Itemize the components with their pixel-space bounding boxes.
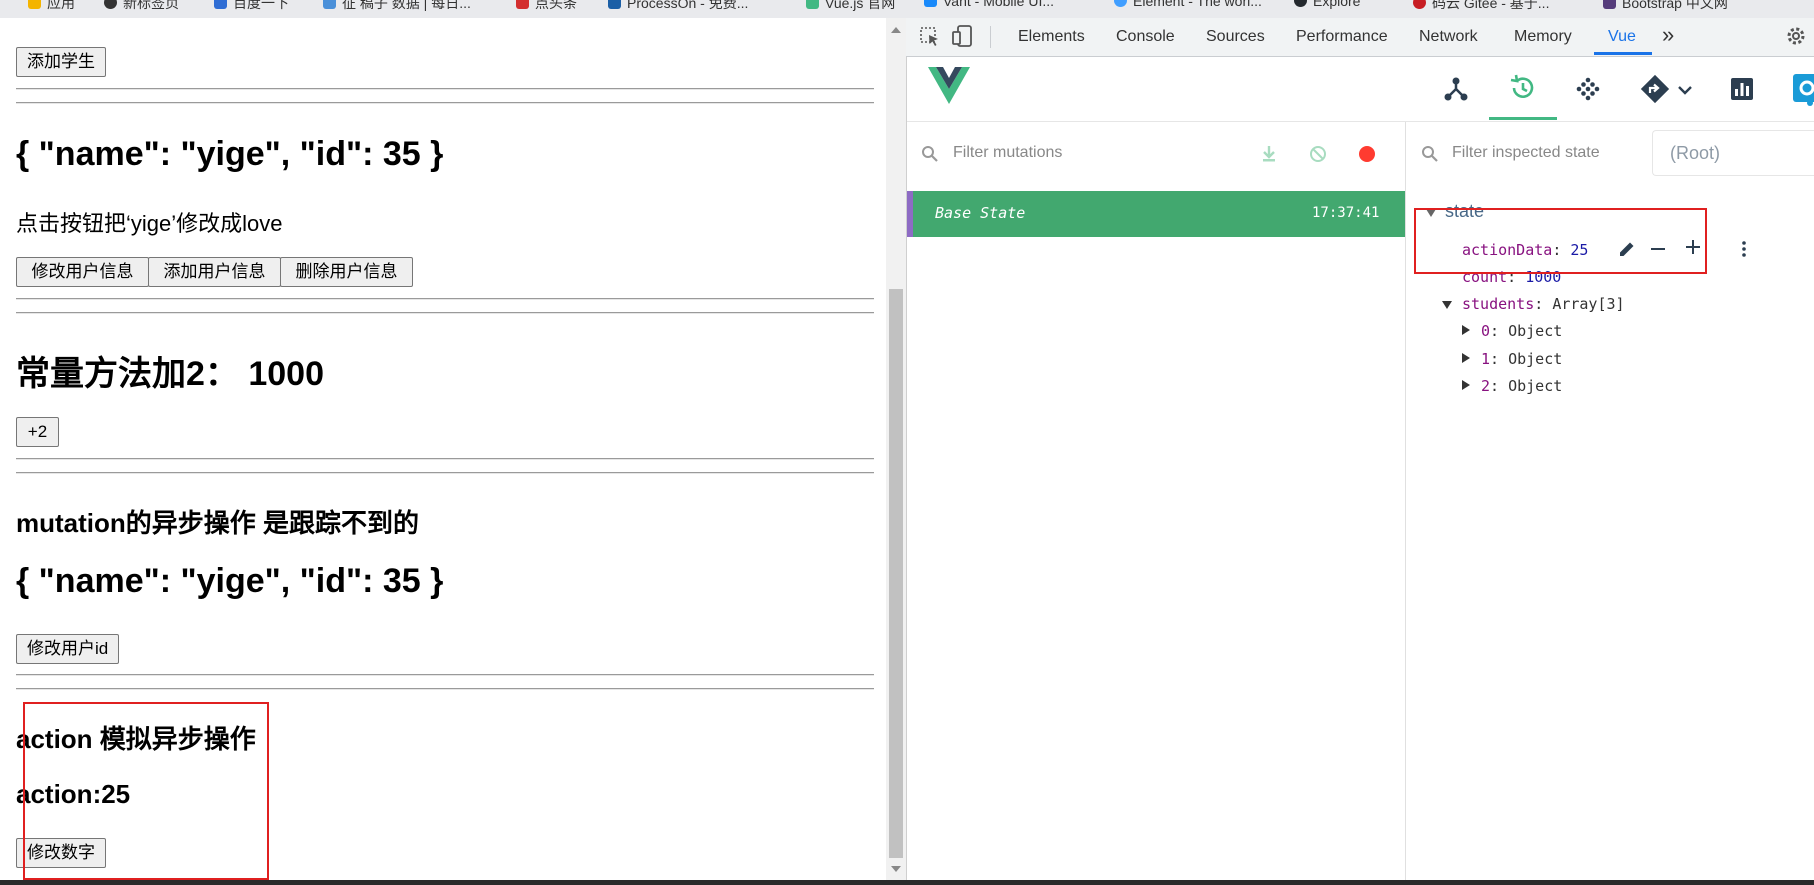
active-tab-indicator [1594,52,1652,55]
divider [16,312,874,314]
filter-mutations-input[interactable]: Filter mutations [953,144,1062,162]
bookmark-explore[interactable]: Explore [1294,0,1360,9]
user-json-display: { "name": "yige", "id": 35 } [16,135,444,173]
mutation-time: 17:37:41 [1312,205,1380,221]
search-icon [921,145,939,167]
window-bottom-border [0,880,1814,885]
bookmark-apps[interactable]: 应用 [28,0,75,13]
web-page: 添加学生 { "name": "yige", "id": 35 } 点击按钮把‘… [0,18,876,880]
bookmark-gitee[interactable]: 码云 Gitee - 基于... [1413,0,1549,13]
vue-logo-icon [928,67,970,109]
student-item-1[interactable]: 1: Object [1481,350,1562,368]
bookmark-vue[interactable]: Vue.js 官网 [806,0,895,13]
tab-performance[interactable]: Performance [1296,28,1388,46]
bookmark-bootstrap[interactable]: Bootstrap 中文网 [1603,0,1728,13]
tab-sources[interactable]: Sources [1206,28,1265,46]
settings-gear-icon[interactable] [1784,24,1808,52]
divider [16,674,874,676]
state-row-students[interactable]: students: Array[3] [1462,295,1625,313]
expand-item-icon[interactable] [1462,325,1470,335]
student-item-0[interactable]: 0: Object [1481,322,1562,340]
add-user-button[interactable]: 添加用户信息 [148,257,281,287]
more-tabs-icon[interactable]: » [1662,22,1674,48]
bookmarks-bar: 应用 新标签页 百度一下 征 稿子 数据 | 每日... 点头条 Process… [0,0,1814,18]
bookmark-baidu[interactable]: 百度一下 [214,0,289,13]
modify-id-button[interactable]: 修改用户id [16,634,120,664]
mutation-item-base-state[interactable]: Base State 17:37:41 [907,191,1405,237]
expand-item-icon[interactable] [1462,353,1470,363]
user-json-display-2: { "name": "yige", "id": 35 } [16,562,444,600]
filter-mutations-bar: Filter mutations [907,130,1405,180]
record-icon[interactable] [1359,146,1375,162]
divider [16,298,874,300]
commit-all-icon[interactable] [1260,145,1278,167]
search-icon [1421,145,1439,167]
vue-devtools-header [907,57,1814,122]
bookmark-3[interactable]: 征 稿子 数据 | 每日... [323,0,471,13]
modify-user-button[interactable]: 修改用户信息 [16,257,149,287]
tab-elements[interactable]: Elements [1018,28,1085,46]
divider [16,688,874,690]
highlight-box-action [23,702,269,880]
root-select[interactable]: (Root) [1652,130,1814,176]
state-inspector-pane: Filter inspected state (Root) state acti… [1406,122,1814,880]
tab-vue[interactable]: Vue [1608,28,1636,46]
vuex-history-icon[interactable] [1508,74,1536,106]
chevron-down-icon[interactable] [1677,82,1693,101]
revert-all-icon[interactable] [1309,145,1327,167]
expand-item-icon[interactable] [1462,380,1470,390]
highlight-box-actiondata [1414,208,1707,274]
constant-heading: 常量方法加2： 1000 [16,355,324,393]
scrollbar-thumb[interactable] [889,289,903,858]
events-icon[interactable] [1575,76,1601,106]
device-toolbar-icon[interactable] [951,24,973,52]
scroll-down-arrow[interactable] [891,866,901,872]
tab-network[interactable]: Network [1419,28,1478,46]
performance-chart-icon[interactable] [1730,77,1754,105]
instruction-text: 点击按钮把‘yige’修改成love [16,211,283,236]
add-student-button[interactable]: 添加学生 [16,47,106,77]
bookmark-vant[interactable]: Vant - Mobile UI... [924,0,1054,9]
toolbar-separator [990,26,991,48]
settings-icon[interactable] [1793,74,1814,110]
mutation-heading: mutation的异步操作 是跟踪不到的 [16,508,419,538]
vuex-tab-indicator [1489,117,1557,120]
scroll-up-arrow[interactable] [891,27,901,33]
routing-icon[interactable] [1640,74,1670,108]
devtools-toolbar: Elements Console Sources Performance Net… [906,18,1814,57]
root-select-value: (Root) [1670,143,1721,163]
plus-two-button[interactable]: +2 [16,417,59,447]
delete-user-button[interactable]: 删除用户信息 [280,257,413,287]
divider [16,88,874,90]
divider [16,458,874,460]
student-item-2[interactable]: 2: Object [1481,377,1562,395]
filter-state-input[interactable]: Filter inspected state [1452,144,1600,162]
inspect-element-icon[interactable] [919,26,941,52]
components-icon[interactable] [1443,76,1469,106]
bookmark-element[interactable]: Element - The worl... [1114,0,1262,9]
active-marker [907,191,913,237]
tab-memory[interactable]: Memory [1514,28,1572,46]
tab-console[interactable]: Console [1116,28,1175,46]
more-actions-icon[interactable] [1741,240,1747,262]
mutation-label: Base State [935,204,1026,222]
bookmark-processon[interactable]: ProcessOn - 免费... [608,0,748,13]
expand-students-icon[interactable] [1442,301,1452,309]
divider [16,102,874,104]
divider [16,472,874,474]
bookmark-newtab[interactable]: 新标签页 [104,0,179,13]
bookmark-4[interactable]: 点头条 [516,0,577,13]
